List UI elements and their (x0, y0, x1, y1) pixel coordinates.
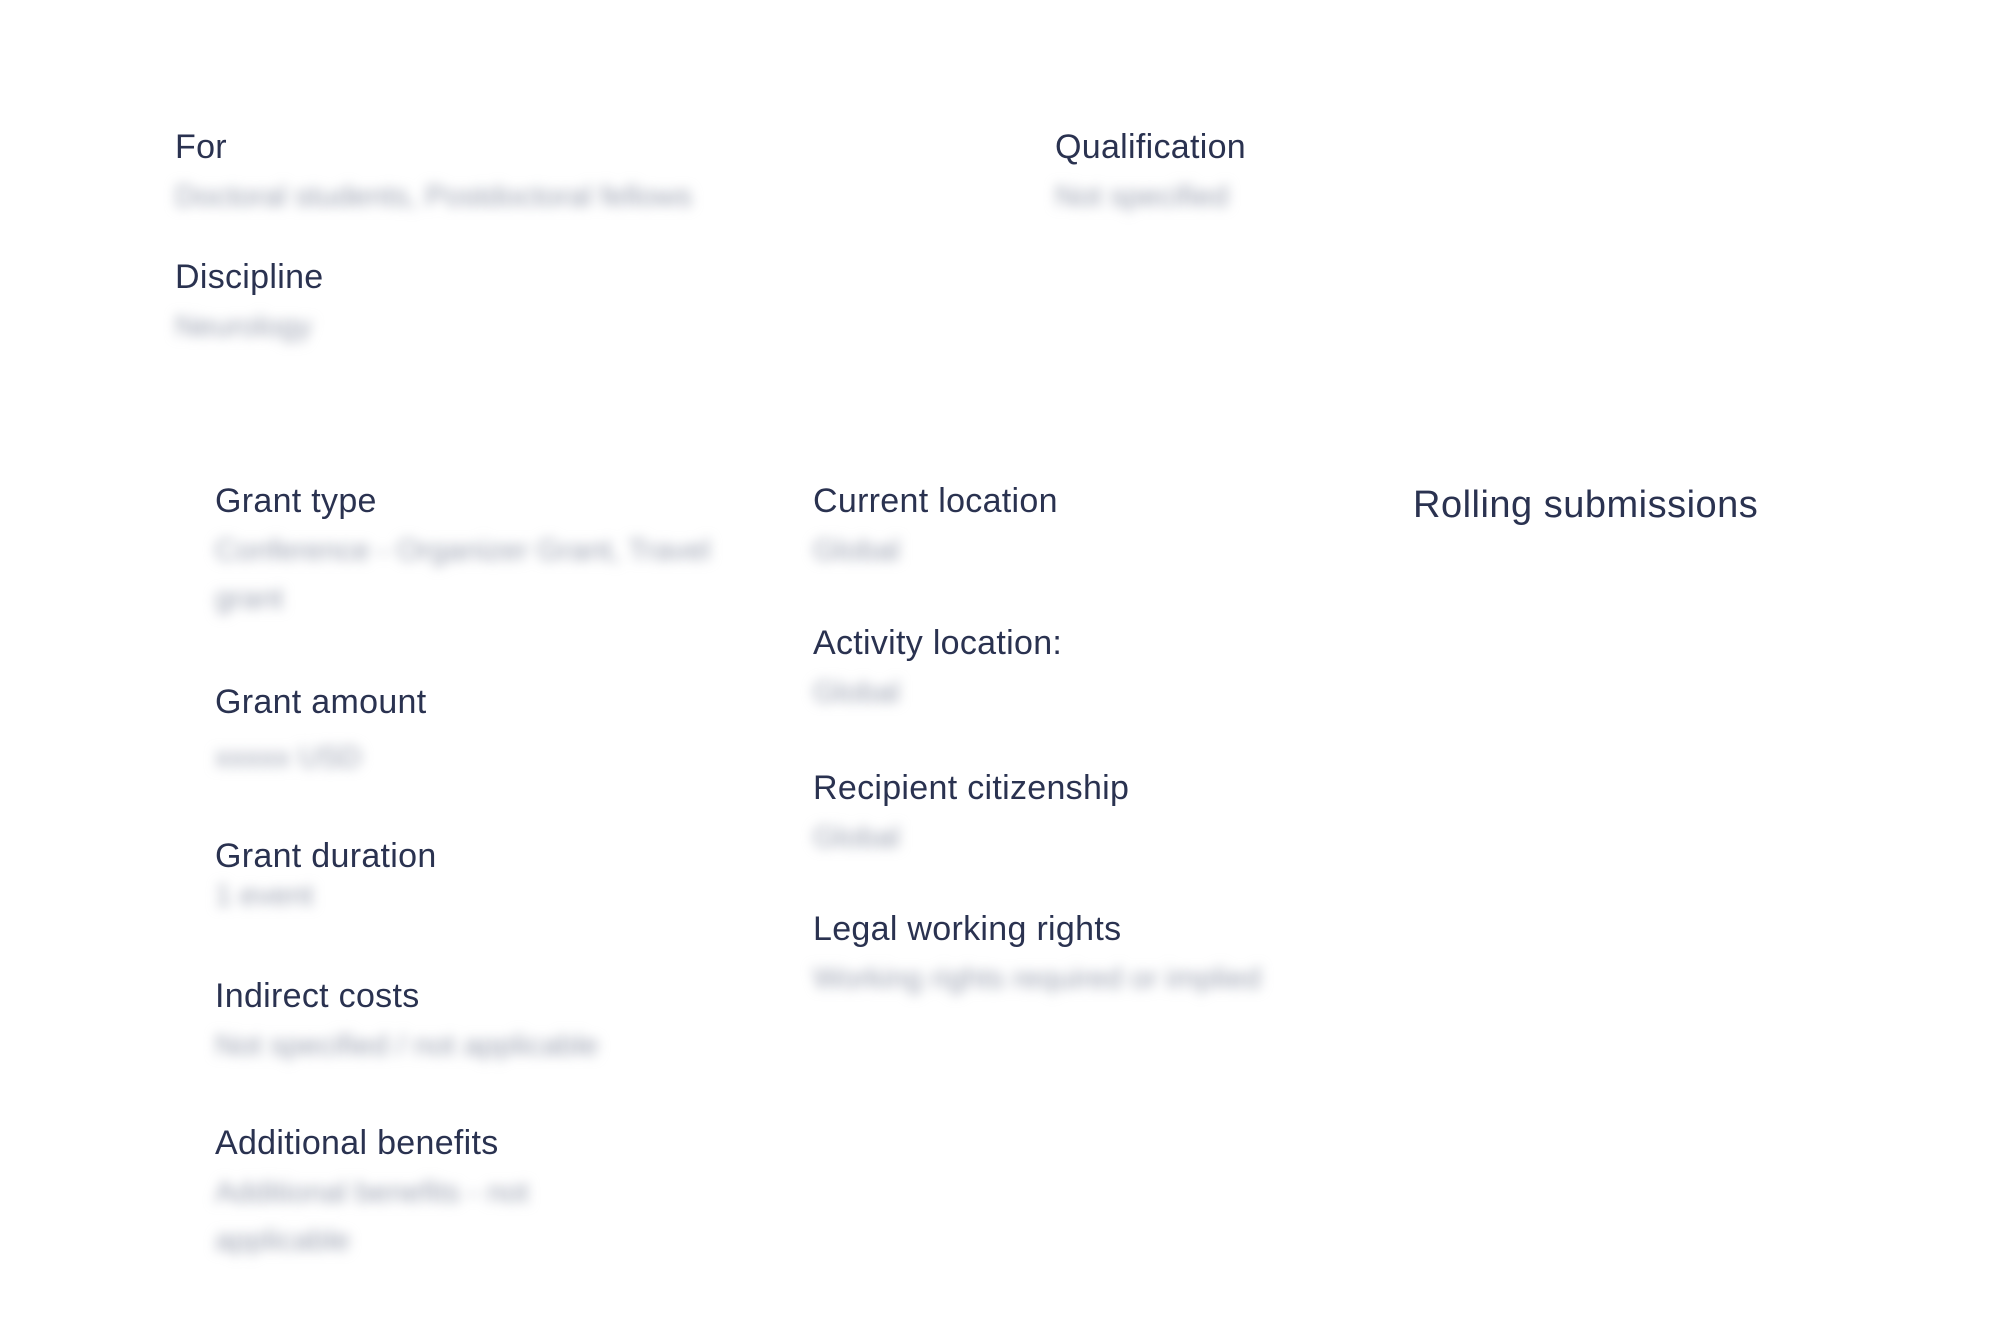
grant-duration-value: 1 event (215, 879, 314, 912)
rolling-submissions: Rolling submissions (1413, 484, 1758, 527)
activity-location-value: Global (813, 676, 900, 709)
grant-amount-value: xxxxx USD (215, 741, 362, 774)
indirect-costs-value: Not specified / not applicable (215, 1029, 599, 1062)
grant-type-label: Grant type (215, 482, 377, 520)
qualification-label: Qualification (1055, 128, 1246, 166)
grant-duration-label: Grant duration (215, 837, 437, 875)
grant-type-value: Conference - Organizer Grant, Travel gra… (215, 534, 711, 615)
current-location-value: Global (813, 534, 900, 567)
recipient-citizenship-field: Recipient citizenship Global (813, 769, 1213, 862)
discipline-value: Neurology (175, 310, 312, 343)
for-field: For Doctoral students, Postdoctoral fell… (175, 128, 895, 221)
qualification-field: Qualification Not specified (1055, 128, 1455, 221)
grant-duration-field: Grant duration 1 event (215, 837, 615, 920)
activity-location-field: Activity location: Global (813, 624, 1213, 717)
discipline-label: Discipline (175, 258, 324, 296)
additional-benefits-label: Additional benefits (215, 1124, 499, 1162)
legal-working-rights-label: Legal working rights (813, 910, 1122, 948)
grant-type-field: Grant type Conference - Organizer Grant,… (215, 482, 735, 623)
current-location-field: Current location Global (813, 482, 1213, 575)
grant-amount-field: Grant amount xxxxx USD (215, 683, 615, 782)
for-label: For (175, 128, 227, 166)
grant-amount-label: Grant amount (215, 683, 427, 721)
for-value: Doctoral students, Postdoctoral fellows (175, 180, 692, 213)
additional-benefits-value: Additional benefits - not applicable (215, 1176, 529, 1257)
grant-details-page: For Doctoral students, Postdoctoral fell… (0, 0, 2000, 1333)
legal-working-rights-field: Legal working rights Working rights requ… (813, 910, 1273, 1003)
qualification-value: Not specified (1055, 180, 1229, 213)
discipline-field: Discipline Neurology (175, 258, 575, 351)
recipient-citizenship-label: Recipient citizenship (813, 769, 1130, 807)
indirect-costs-label: Indirect costs (215, 977, 420, 1015)
recipient-citizenship-value: Global (813, 821, 900, 854)
activity-location-label: Activity location: (813, 624, 1063, 662)
additional-benefits-field: Additional benefits Additional benefits … (215, 1124, 635, 1265)
indirect-costs-field: Indirect costs Not specified / not appli… (215, 977, 775, 1070)
legal-working-rights-value: Working rights required or implied (813, 962, 1261, 995)
rolling-submissions-label: Rolling submissions (1413, 484, 1759, 526)
current-location-label: Current location (813, 482, 1058, 520)
